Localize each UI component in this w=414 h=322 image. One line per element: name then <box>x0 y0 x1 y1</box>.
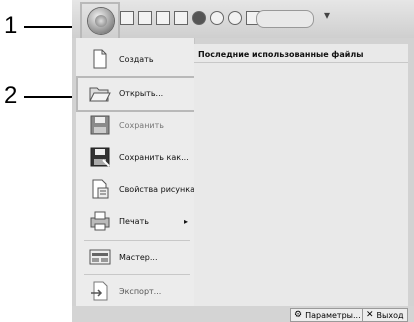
qat-dropdown-icon[interactable]: ▾ <box>324 8 330 22</box>
exit-button[interactable]: ✕ Выход <box>362 308 408 322</box>
menu-footer: ⚙ Параметры... ✕ Выход <box>72 306 414 322</box>
stitch-icon[interactable] <box>228 11 242 25</box>
circle-icon[interactable] <box>192 11 206 25</box>
menu-item-label: Сохранить <box>119 120 164 130</box>
sew-icon[interactable] <box>210 11 224 25</box>
menu-item-label: Печать <box>119 216 149 226</box>
save-icon[interactable] <box>174 11 188 25</box>
new-icon[interactable] <box>138 11 152 25</box>
menu-separator <box>84 240 190 241</box>
application-window: ▾ Создать Открыть... Сохранить Сохранить… <box>72 0 414 322</box>
menu-item-label: Сохранить как... <box>119 152 189 162</box>
menu-item-export[interactable]: Экспорт... <box>76 276 194 306</box>
grid-icon[interactable] <box>120 11 134 25</box>
save-as-icon <box>90 147 110 167</box>
menu-separator <box>84 274 190 275</box>
print-icon <box>90 211 110 231</box>
open-icon[interactable] <box>156 11 170 25</box>
menu-item-print[interactable]: Печать ▸ <box>76 206 194 236</box>
menu-item-label: Экспорт... <box>119 286 162 296</box>
menu-item-save[interactable]: Сохранить <box>76 110 194 140</box>
wizard-icon <box>89 249 111 265</box>
qat-icon-group <box>120 9 260 27</box>
options-label: Параметры... <box>305 310 361 320</box>
callout-2-label: 2 <box>4 82 18 109</box>
callout-1-label: 1 <box>4 12 18 39</box>
submenu-arrow-icon: ▸ <box>183 216 188 226</box>
recent-files-panel: Последние использованные файлы <box>194 44 408 306</box>
app-button-highlight <box>80 2 120 40</box>
menu-item-label: Свойства рисунка <box>119 184 195 194</box>
export-icon <box>91 281 108 301</box>
menu-item-label: Мастер... <box>119 252 158 262</box>
design-properties-icon <box>92 179 109 199</box>
callout-2-line <box>24 96 78 98</box>
options-button[interactable]: ⚙ Параметры... <box>290 308 365 322</box>
new-document-icon <box>93 49 107 69</box>
menu-item-label: Создать <box>119 54 154 64</box>
menu-item-wizard[interactable]: Мастер... <box>76 242 194 272</box>
exit-label: Выход <box>376 310 404 320</box>
undo-redo-group[interactable] <box>256 10 314 28</box>
recent-files-divider <box>194 62 408 63</box>
save-icon <box>90 115 110 135</box>
menu-item-save-as[interactable]: Сохранить как... <box>76 142 194 172</box>
gear-icon: ⚙ <box>294 310 303 320</box>
recent-files-title: Последние использованные файлы <box>198 50 364 59</box>
open-item-highlight <box>76 76 196 112</box>
menu-item-new[interactable]: Создать <box>76 44 194 74</box>
quick-access-toolbar: ▾ <box>72 0 414 40</box>
close-icon: ✕ <box>366 310 374 320</box>
menu-item-design-properties[interactable]: Свойства рисунка <box>76 174 195 204</box>
